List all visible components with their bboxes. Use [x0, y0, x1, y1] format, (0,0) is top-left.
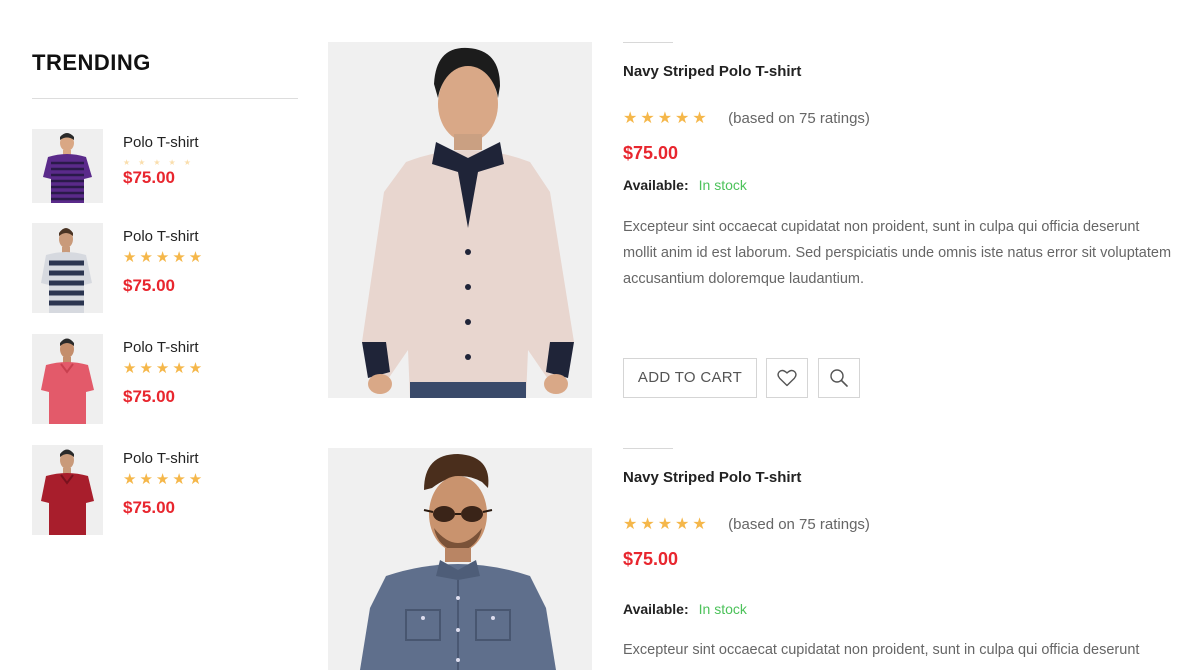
product-thumbnail[interactable] — [32, 129, 103, 203]
trending-item-name[interactable]: Polo T-shirt — [123, 134, 199, 151]
title-divider — [623, 42, 673, 43]
availability-label: Available: — [623, 601, 689, 617]
trending-item[interactable]: Polo T-shirt ★★★★★ $75.00 — [32, 445, 298, 535]
product-description: Excepteur sint occaecat cupidatat non pr… — [623, 219, 1172, 287]
quick-view-button[interactable] — [818, 358, 860, 398]
star-rating: ★★★★★ — [123, 471, 206, 488]
product-rating: ★★★★★ (based on 75 ratings) — [623, 108, 870, 128]
rating-count: (based on 75 ratings) — [728, 110, 870, 127]
sidebar-title: TRENDING — [32, 50, 151, 75]
star-icon: ★★★★★ — [623, 110, 710, 127]
stock-status: In stock — [698, 601, 747, 617]
product-price: $75.00 — [623, 549, 679, 569]
product-details: Navy Striped Polo T-shirt ★★★★★ (based o… — [623, 448, 1178, 670]
trending-item[interactable]: Polo T-shirt ★★★★★ $75.00 — [32, 129, 298, 203]
trending-item-price: $75.00 — [123, 387, 175, 406]
trending-item-price: $75.00 — [123, 168, 175, 187]
title-divider — [623, 448, 673, 449]
product-card: Navy Striped Polo T-shirt ★★★★★ (based o… — [328, 448, 1178, 670]
product-title[interactable]: Navy Striped Polo T-shirt — [623, 469, 801, 486]
product-image[interactable] — [328, 448, 592, 670]
product-price: $75.00 — [623, 143, 679, 163]
availability-label: Available: — [623, 177, 689, 193]
rating-count: (based on 75 ratings) — [728, 516, 870, 533]
heart-icon — [777, 369, 797, 387]
star-rating: ★★★★★ — [123, 360, 206, 377]
product-details: Navy Striped Polo T-shirt ★★★★★ (based o… — [623, 42, 1178, 402]
add-to-cart-button[interactable]: ADD TO CART — [623, 358, 757, 398]
star-rating: ★★★★★ — [123, 249, 206, 266]
product-title[interactable]: Navy Striped Polo T-shirt — [623, 63, 801, 80]
star-rating: ★★★★★ — [123, 158, 199, 167]
availability: Available: In stock — [623, 177, 747, 193]
product-rating: ★★★★★ (based on 75 ratings) — [623, 514, 870, 534]
search-icon — [830, 369, 848, 387]
trending-item-name[interactable]: Polo T-shirt — [123, 228, 199, 245]
trending-item[interactable]: Polo T-shirt ★★★★★ $75.00 — [32, 334, 298, 424]
wishlist-button[interactable] — [766, 358, 808, 398]
product-thumbnail[interactable] — [32, 223, 103, 313]
product-description: Excepteur sint occaecat cupidatat non pr… — [623, 642, 1140, 658]
stock-status: In stock — [698, 177, 747, 193]
trending-item-price: $75.00 — [123, 498, 175, 517]
product-thumbnail[interactable] — [32, 334, 103, 424]
trending-item[interactable]: Polo T-shirt ★★★★★ $75.00 — [32, 223, 298, 313]
product-image[interactable] — [328, 42, 592, 398]
product-thumbnail[interactable] — [32, 445, 103, 535]
star-icon: ★★★★★ — [623, 516, 710, 533]
trending-item-name[interactable]: Polo T-shirt — [123, 450, 199, 467]
sidebar-divider — [32, 98, 298, 99]
product-card: Navy Striped Polo T-shirt ★★★★★ (based o… — [328, 42, 1178, 402]
trending-item-name[interactable]: Polo T-shirt — [123, 339, 199, 356]
availability: Available: In stock — [623, 601, 747, 617]
trending-item-price: $75.00 — [123, 276, 175, 295]
trending-sidebar: TRENDING Polo T-shirt ★★★★★ $75.00 Polo … — [32, 50, 298, 535]
